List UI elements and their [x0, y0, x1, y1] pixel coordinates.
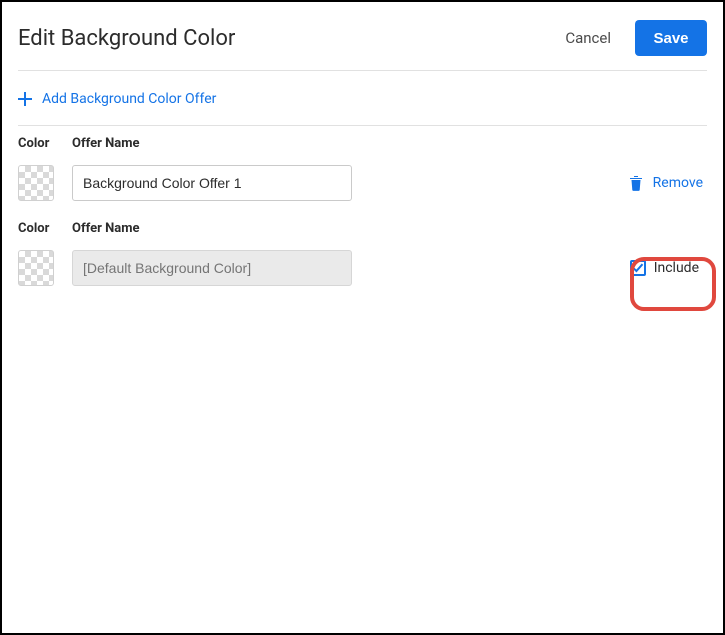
offer-name-input-default: [72, 250, 352, 286]
offer-row: Remove: [18, 161, 707, 211]
color-swatch[interactable]: [18, 250, 54, 286]
column-header-offer-name: Offer Name: [72, 136, 140, 151]
offer-name-input[interactable]: [72, 165, 352, 201]
trash-icon: [629, 175, 643, 191]
cancel-button[interactable]: Cancel: [565, 29, 611, 47]
include-label: Include: [654, 260, 699, 276]
column-headers: Color Offer Name: [18, 126, 707, 161]
column-header-color: Color: [18, 136, 54, 151]
remove-label: Remove: [653, 175, 703, 191]
save-button[interactable]: Save: [635, 20, 707, 56]
color-swatch[interactable]: [18, 165, 54, 201]
checkbox-icon: [630, 260, 646, 276]
add-background-color-offer[interactable]: Add Background Color Offer: [18, 71, 707, 125]
column-headers: Color Offer Name: [18, 211, 707, 246]
remove-offer-button[interactable]: Remove: [629, 175, 707, 191]
offer-row: Include: [18, 246, 707, 296]
include-checkbox[interactable]: Include: [626, 258, 707, 278]
dialog-header: Edit Background Color Cancel Save: [18, 18, 707, 70]
add-offer-label: Add Background Color Offer: [42, 91, 216, 107]
header-actions: Cancel Save: [565, 20, 707, 56]
column-header-offer-name: Offer Name: [72, 221, 140, 236]
column-header-color: Color: [18, 221, 54, 236]
dialog-title: Edit Background Color: [18, 26, 235, 51]
plus-icon: [18, 92, 32, 106]
